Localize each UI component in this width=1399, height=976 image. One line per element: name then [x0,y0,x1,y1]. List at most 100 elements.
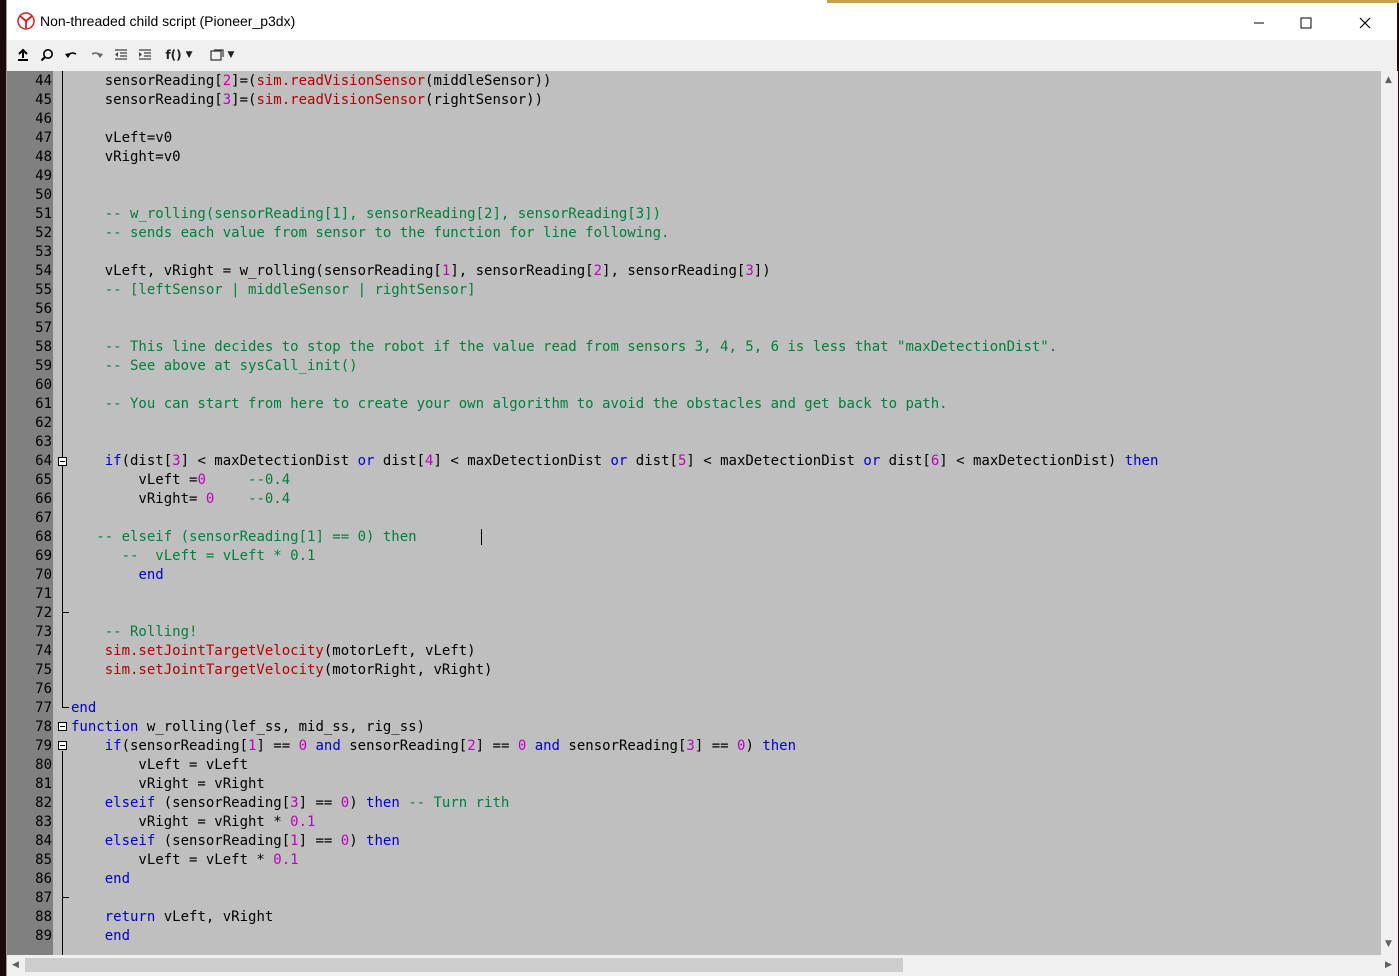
text-cursor [481,529,482,545]
line-code: vRight= 0 --0.4 [71,491,291,507]
code-line[interactable]: 81 vRight = vRight [7,775,1381,794]
upload-icon[interactable] [13,45,33,65]
line-number: 84 [35,833,52,849]
line-number: 75 [35,662,52,678]
code-line[interactable]: 84 elseif (sensorReading[1] == 0) then [7,832,1381,851]
code-line[interactable]: 65 vLeft =0 --0.4 [7,471,1381,490]
line-code: sensorReading[2]=(sim.readVisionSensor(m… [71,73,552,89]
line-number: 80 [35,757,52,773]
line-code: end [71,700,97,716]
scroll-down-icon[interactable]: ▼ [1385,939,1392,949]
line-code: vLeft, vRight = w_rolling(sensorReading[… [71,263,771,279]
code-line[interactable]: 44 sensorReading[2]=(sim.readVisionSenso… [7,72,1381,91]
code-line[interactable]: 71 [7,585,1381,604]
line-code: elseif (sensorReading[1] == 0) then [104,833,400,849]
code-line[interactable]: 45 sensorReading[3]=(sim.readVisionSenso… [7,91,1381,110]
code-line[interactable]: 68 -- elseif (sensorReading[1] == 0) the… [7,528,1381,547]
code-line[interactable]: 60 [7,376,1381,395]
code-line[interactable]: 50 [7,186,1381,205]
code-line[interactable]: 85 vLeft = vLeft * 0.1 [7,851,1381,870]
line-code: if(sensorReading[1] == 0 and sensorReadi… [104,738,797,754]
horizontal-scroll-thumb[interactable] [25,958,903,972]
line-number: 65 [35,472,52,488]
code-line[interactable]: 76 [7,680,1381,699]
code-line[interactable]: 54 vLeft, vRight = w_rolling(sensorReadi… [7,262,1381,281]
undo-icon[interactable] [61,45,81,65]
code-line[interactable]: 79 if(sensorReading[1] == 0 and sensorRe… [7,737,1381,756]
title-bar[interactable]: Non-threaded child script (Pioneer_p3dx) [7,3,1397,40]
line-code: end [138,567,164,583]
code-line[interactable]: 59 -- See above at sysCall_init() [7,357,1381,376]
line-code: -- You can start from here to create you… [104,396,948,412]
line-number: 88 [35,909,52,925]
code-line[interactable]: 63 [7,433,1381,452]
line-code: end [104,871,131,887]
code-line[interactable]: 66 vRight= 0 --0.4 [7,490,1381,509]
code-line[interactable]: 78 function w_rolling(lef_ss, mid_ss, rig… [7,718,1381,737]
line-number: 72 [35,605,52,621]
search-icon[interactable] [37,45,57,65]
line-code: function w_rolling(lef_ss, mid_ss, rig_s… [71,719,426,735]
code-line[interactable]: 52 -- sends each value from sensor to th… [7,224,1381,243]
code-line[interactable]: 82 elseif (sensorReading[3] == 0) then -… [7,794,1381,813]
minimize-button[interactable] [1236,6,1282,40]
code-line[interactable]: 74 sim.setJointTargetVelocity(motorLeft,… [7,642,1381,661]
line-number: 74 [35,643,52,659]
code-line[interactable]: 86 end [7,870,1381,889]
line-code: vRight = vRight [71,776,265,792]
code-line[interactable]: 57 [7,319,1381,338]
function-list-menu[interactable]: f() ▼ [162,45,196,65]
code-line[interactable]: 73 -- Rolling! [7,623,1381,642]
line-number: 71 [35,586,52,602]
snippet-icon [209,49,224,61]
code-line[interactable]: 88 return vLeft, vRight [7,908,1381,927]
editor-toolbar: f() ▼ ▼ [7,40,1397,70]
code-line[interactable]: 51 -- w_rolling(sensorReading[1], sensor… [7,205,1381,224]
code-line[interactable]: 83 vRight = vRight * 0.1 [7,813,1381,832]
insert-snippet-menu[interactable]: ▼ [205,45,239,65]
code-line[interactable]: 69 -- vLeft = vLeft * 0.1 [7,547,1381,566]
code-line[interactable]: 80 vLeft = vLeft [7,756,1381,775]
line-code: return vLeft, vRight [104,909,274,925]
code-line[interactable]: 89 end [7,927,1381,946]
line-number: 87 [35,890,52,906]
code-line[interactable]: 48 vRight=v0 [7,148,1381,167]
indent-icon[interactable] [135,45,155,65]
line-number: 81 [35,776,52,792]
horizontal-scrollbar[interactable]: ◀ ▶ [7,955,1398,976]
line-number: 89 [35,928,52,944]
line-code: vLeft =0 --0.4 [71,472,291,488]
scroll-left-icon[interactable]: ◀ [12,960,19,970]
code-line[interactable]: 55 -- [leftSensor | middleSensor | right… [7,281,1381,300]
code-line[interactable]: 75 sim.setJointTargetVelocity(motorRight… [7,661,1381,680]
line-number: 54 [35,263,52,279]
code-line[interactable]: 70 end [7,566,1381,585]
close-button[interactable] [1342,6,1388,40]
line-number: 77 [35,700,52,716]
scroll-right-icon[interactable]: ▶ [1385,960,1392,970]
code-line[interactable]: 53 [7,243,1381,262]
code-line[interactable]: 46 [7,110,1381,129]
redo-icon[interactable] [87,45,107,65]
outdent-icon[interactable] [111,45,131,65]
code-line[interactable]: 62 [7,414,1381,433]
code-line[interactable]: 61 -- You can start from here to create … [7,395,1381,414]
line-number: 79 [35,738,52,754]
code-line[interactable]: 49 [7,167,1381,186]
code-editor[interactable]: 44 sensorReading[2]=(sim.readVisionSenso… [7,71,1381,955]
code-line[interactable]: 87 [7,889,1381,908]
code-line[interactable]: 77 end [7,699,1381,718]
line-number: 59 [35,358,52,374]
code-line[interactable]: 72 [7,604,1381,623]
maximize-button[interactable] [1283,6,1329,40]
scroll-up-icon[interactable]: ▲ [1385,75,1392,85]
code-line[interactable]: 67 [7,509,1381,528]
code-line[interactable]: 64 if(dist[3] < maxDetectionDist or dist… [7,452,1381,471]
line-number: 44 [35,73,52,89]
vertical-scrollbar[interactable]: ▲ ▼ [1381,71,1398,955]
code-line[interactable]: 56 [7,300,1381,319]
line-number: 68 [35,529,52,545]
code-line[interactable]: 58 -- This line decides to stop the robo… [7,338,1381,357]
code-line[interactable]: 47 vLeft=v0 [7,129,1381,148]
line-code: -- vLeft = vLeft * 0.1 [121,548,316,564]
